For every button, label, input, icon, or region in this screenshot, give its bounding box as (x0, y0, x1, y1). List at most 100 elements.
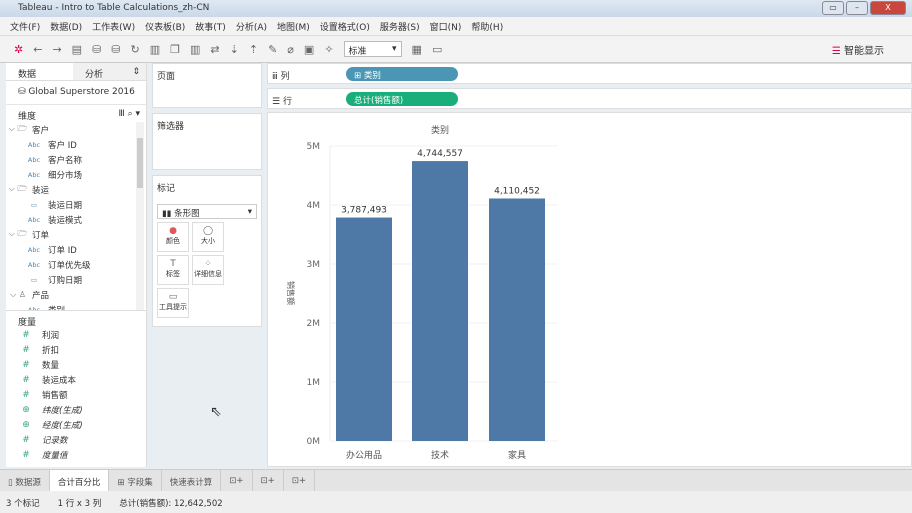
mark-type-select[interactable]: ▮▮ 条形图 ▾ (157, 204, 257, 219)
dimension-field[interactable]: ⌵ 🗁 订单 (6, 227, 146, 242)
chart-view: 类别 0M 1M 2M 3M 4M 5M 销售额 3,787,493 办公用品 4,744,557 技… (267, 112, 912, 467)
dimension-field[interactable]: ⌵ 🗁 客户 (6, 122, 146, 137)
color-button[interactable]: ● 颜色 (157, 222, 189, 252)
measure-field[interactable]: # 利润 (6, 327, 146, 342)
cards-icon[interactable]: ▦ (412, 43, 422, 56)
save-icon[interactable]: ▤ (72, 43, 82, 56)
measure-field[interactable]: # 装运成本 (6, 372, 146, 387)
globe-icon: ⊕ (22, 404, 30, 415)
pause-update-icon[interactable]: ⛁ (111, 43, 120, 56)
forward-icon[interactable]: → (52, 43, 61, 56)
new-datasource-icon[interactable]: ⛁ (92, 43, 101, 56)
menu-item[interactable]: 设置格式(O) (320, 20, 370, 35)
rows-icon: ☰ (272, 97, 281, 107)
menu-item[interactable]: 工作表(W) (92, 20, 135, 35)
menu-item[interactable]: 仪表板(B) (145, 20, 185, 35)
dimension-field[interactable]: ▭ 装运日期 (6, 197, 146, 212)
menu-item[interactable]: 文件(F) (10, 20, 40, 35)
bar[interactable] (489, 198, 545, 441)
field-label: 订单优先级 (48, 260, 91, 271)
measure-field[interactable]: # 折扣 (6, 342, 146, 357)
sheet-tab[interactable]: 合计百分比 (49, 470, 110, 491)
minimize-button[interactable]: – (846, 1, 868, 15)
field-label: 客户 ID (48, 140, 77, 151)
menu-item[interactable]: 数据(D) (50, 20, 82, 35)
measure-field[interactable]: ⊕ 纬度(生成) (6, 402, 146, 417)
tab-data[interactable]: 数据 (6, 63, 73, 80)
highlight-icon[interactable]: ✎ (268, 43, 277, 56)
sort-desc-icon[interactable]: ⇡ (249, 43, 258, 56)
dimension-field[interactable]: Abc 客户 ID (6, 137, 146, 152)
tab-analysis[interactable]: 分析 ⇕ (73, 63, 146, 80)
dimension-field[interactable]: Abc 装运模式 (6, 212, 146, 227)
dimension-field[interactable]: Abc 订单 ID (6, 242, 146, 257)
refresh-icon[interactable]: ↻ (131, 43, 140, 56)
dimension-field[interactable]: ⌵ 🗁 装运 (6, 182, 146, 197)
measures-header: 度量 (6, 310, 146, 328)
size-button[interactable]: ◯ 大小 (192, 222, 224, 252)
new-worksheet-icon[interactable]: ▥ (150, 43, 160, 56)
show-me-button[interactable]: ☰ 智能显示 (832, 42, 884, 57)
field-label: 订单 (32, 230, 50, 241)
tooltip-button[interactable]: ▭ 工具提示 (157, 288, 189, 318)
fit-select[interactable]: 标准 ▾ (343, 41, 402, 57)
filters-card[interactable]: 筛选器 (152, 113, 262, 170)
clear-sheet-icon[interactable]: ▥ (190, 43, 200, 56)
group-icon[interactable]: ⌀ (287, 43, 294, 56)
y-axis-label: 销售额 (286, 281, 296, 305)
measure-field[interactable]: # 记录数 (6, 432, 146, 447)
dimension-field[interactable]: Abc 订单优先级 (6, 257, 146, 272)
new-dashboard-icon[interactable]: ⊡+ (253, 470, 284, 491)
menu-item[interactable]: 窗口(N) (430, 20, 462, 35)
new-worksheet-icon[interactable]: ⊡+ (221, 470, 253, 491)
datasource-item[interactable]: ⛁ Global Superstore 2016 (6, 81, 146, 105)
detail-icon: ⁘ (204, 259, 212, 269)
presentation-icon[interactable]: ▭ (432, 43, 442, 56)
close-button[interactable]: X (870, 1, 906, 15)
menu-item[interactable]: 地图(M) (277, 20, 310, 35)
pin-icon[interactable]: ✧ (324, 43, 333, 56)
folder-icon: ⌵ 🗁 (8, 123, 28, 133)
label-button[interactable]: T 标签 (157, 255, 189, 285)
search-icon[interactable]: Ⅲ ⌕ ▾ (119, 109, 140, 122)
tableau-logo-icon[interactable]: ✲ (14, 43, 23, 56)
menu-item[interactable]: 帮助(H) (471, 20, 503, 35)
bar[interactable] (336, 217, 392, 441)
measure-field[interactable]: # 度量值 (6, 447, 146, 462)
menu-bar: 文件(F) 数据(D) 工作表(W) 仪表板(B) 故事(T) 分析(A) 地图(M) 设置格… (0, 17, 912, 36)
dimension-field[interactable]: Abc 类别 (6, 302, 146, 311)
sheet-tab[interactable]: ▯ 数据源 (0, 470, 50, 491)
pages-card[interactable]: 页面 (152, 63, 262, 108)
restore-button[interactable]: ▭ (822, 1, 844, 15)
columns-icon: ⅲ (272, 72, 278, 82)
labels-icon[interactable]: ▣ (304, 43, 314, 56)
back-icon[interactable]: ← (33, 43, 42, 56)
new-story-icon[interactable]: ⊡+ (284, 470, 316, 491)
string-icon: Abc (27, 305, 41, 311)
mark-button-label: 工具提示 (159, 303, 187, 311)
dimension-field[interactable]: ▭ 订购日期 (6, 272, 146, 287)
menu-item[interactable]: 服务器(S) (380, 20, 420, 35)
scrollbar[interactable] (136, 122, 144, 310)
number-icon: # (22, 329, 30, 340)
detail-button[interactable]: ⁘ 详细信息 (192, 255, 224, 285)
measure-field[interactable]: # 销售额 (6, 387, 146, 402)
sort-asc-icon[interactable]: ⇣ (230, 43, 239, 56)
measure-field[interactable]: ⊕ 经度(生成) (6, 417, 146, 432)
category-pill[interactable]: ⊞ 类别 (346, 67, 458, 81)
menu-item[interactable]: 故事(T) (195, 20, 226, 35)
sum-sales-pill[interactable]: 总计(销售额) (346, 92, 458, 106)
bar[interactable] (412, 161, 468, 441)
columns-shelf[interactable]: ⅲ 列 ⊞ 类别 (267, 63, 912, 84)
sheet-tab[interactable]: 快速表计算 (162, 470, 222, 491)
measure-field[interactable]: # 数量 (6, 357, 146, 372)
dimension-field[interactable]: Abc 客户名称 (6, 152, 146, 167)
rows-shelf[interactable]: ☰ 行总计(销售额) (267, 88, 912, 109)
sheet-tab[interactable]: ⊞ 字段集 (109, 470, 162, 491)
swap-icon[interactable]: ⇄ (210, 43, 219, 56)
y-tick-label: 4M (307, 201, 321, 211)
duplicate-icon[interactable]: ❐ (170, 43, 180, 56)
menu-item[interactable]: 分析(A) (236, 20, 267, 35)
dimension-field[interactable]: ⌵ ♙ 产品 (6, 287, 146, 302)
dimension-field[interactable]: Abc 细分市场 (6, 167, 146, 182)
